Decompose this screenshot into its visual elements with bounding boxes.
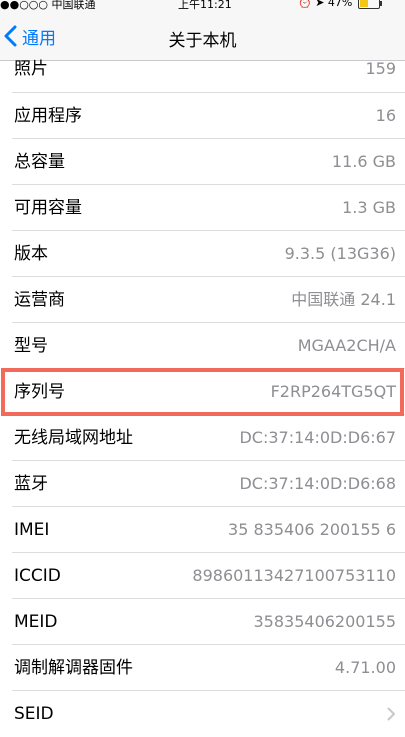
row-value: MGAA2CH/A [297,336,396,355]
battery-percent: 47% [327,0,353,9]
location-icon: ➤ [315,0,325,9]
row-label: 无线局域网地址 [14,428,133,448]
row-value: 89860113427100753110 [192,566,396,585]
row-modem-firmware: 调制解调器固件 4.71.00 [0,645,405,691]
carrier-signal: ●●○○○ 中国联通 [0,0,96,11]
row-label: 调制解调器固件 [14,658,133,678]
row-wifi-address: 无线局域网地址 DC:37:14:0D:D6:67 [0,415,405,461]
row-model: 型号 MGAA2CH/A [0,323,405,369]
row-label: 运营商 [14,290,65,310]
row-version: 版本 9.3.5 (13G36) [0,231,405,277]
battery-icon [357,0,382,9]
chevron-right-icon [387,707,395,721]
row-value: 9.3.5 (13G36) [284,244,396,263]
row-label: ICCID [14,566,61,586]
row-value: DC:37:14:0D:D6:67 [239,428,396,447]
row-label: 序列号 [14,382,65,402]
row-capacity: 总容量 11.6 GB [0,139,405,185]
row-label: SEID [14,704,54,724]
row-value: 11.6 GB [331,152,396,171]
status-time: 上午11:21 [178,0,232,11]
status-bar: ●●○○○ 中国联通 上午11:21 ⏰ ➤ 47% [0,0,405,12]
page-title: 关于本机 [168,31,237,51]
about-list: 照片 159 应用程序 16 总容量 11.6 GB 可用容量 1.3 GB 版… [0,49,405,737]
row-label: 总容量 [14,152,65,172]
row-value: 35 835406 200155 6 [228,520,396,539]
row-label: 可用容量 [14,198,82,218]
row-value: F2RP264TG5QT [270,382,396,401]
row-value: 中国联通 24.1 [291,290,396,309]
row-label: MEID [14,612,58,632]
row-available: 可用容量 1.3 GB [0,185,405,231]
alarm-icon: ⏰ [298,0,312,9]
row-carrier[interactable]: 运营商 中国联通 24.1 [0,277,405,323]
row-value: 1.3 GB [342,198,396,217]
row-seid[interactable]: SEID [0,691,405,737]
row-meid: MEID 35835406200155 [0,599,405,645]
row-value: DC:37:14:0D:D6:68 [239,474,396,493]
row-bluetooth: 蓝牙 DC:37:14:0D:D6:68 [0,461,405,507]
status-right: ⏰ ➤ 47% [298,0,382,9]
row-serial-number: 序列号 F2RP264TG5QT [0,368,405,416]
row-imei: IMEI 35 835406 200155 6 [0,507,405,553]
row-label: 应用程序 [14,106,82,126]
row-label: 型号 [14,336,48,356]
row-value: 159 [365,59,396,78]
row-label: IMEI [14,520,50,540]
row-iccid: ICCID 89860113427100753110 [0,553,405,599]
row-value: 35835406200155 [253,612,396,631]
row-photos: 照片 159 [0,49,405,93]
row-label: 蓝牙 [14,474,48,494]
row-apps: 应用程序 16 [0,93,405,139]
row-value: 4.71.00 [334,658,396,677]
row-label: 照片 [14,59,48,79]
row-label: 版本 [14,244,48,264]
row-value: 16 [375,106,396,125]
